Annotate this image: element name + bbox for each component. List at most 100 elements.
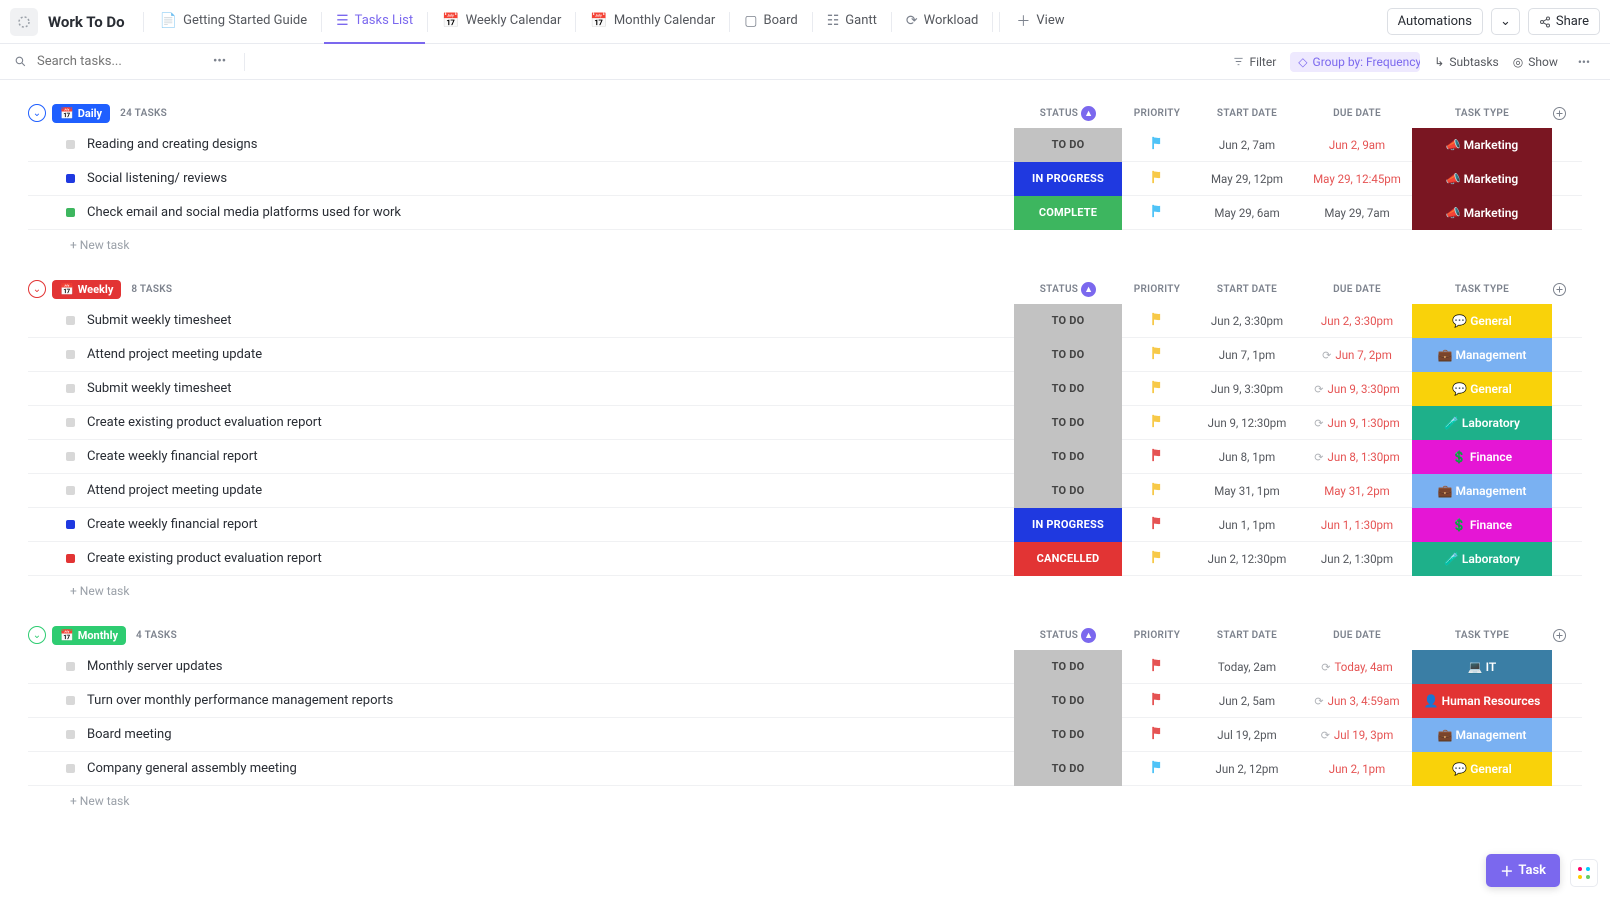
task-row[interactable]: Create weekly financial reportTO DO Jun 8… — [28, 440, 1582, 474]
view-tab-weekly-calendar[interactable]: 📅Weekly Calendar — [430, 0, 573, 44]
group-badge[interactable]: 📅Monthly — [52, 626, 126, 645]
col-priority[interactable]: PRIORITY — [1122, 284, 1192, 295]
col-due-date[interactable]: DUE DATE — [1302, 108, 1412, 119]
status-dot[interactable] — [66, 662, 75, 671]
status-dot[interactable] — [66, 418, 75, 427]
group-badge[interactable]: 📅Daily — [52, 104, 110, 123]
priority-cell[interactable] — [1122, 204, 1192, 222]
due-date-cell[interactable]: Jun 2, 9am — [1302, 138, 1412, 152]
status-dot[interactable] — [66, 764, 75, 773]
task-name[interactable]: Board meeting — [87, 727, 1014, 742]
search-options[interactable]: ••• — [207, 54, 232, 69]
task-type-cell[interactable]: 💲 Finance — [1412, 508, 1552, 542]
task-row[interactable]: Submit weekly timesheetTO DOJun 2, 3:30p… — [28, 304, 1582, 338]
col-start-date[interactable]: START DATE — [1192, 108, 1302, 119]
priority-cell[interactable] — [1122, 136, 1192, 154]
status-cell[interactable]: CANCELLED — [1014, 542, 1122, 576]
status-cell[interactable]: IN PROGRESS — [1014, 162, 1122, 196]
col-start-date[interactable]: START DATE — [1192, 284, 1302, 295]
view-tab-monthly-calendar[interactable]: 📅Monthly Calendar — [578, 0, 727, 44]
status-cell[interactable]: TO DO — [1014, 650, 1122, 684]
task-row[interactable]: Social listening/ reviewsIN PROGRESSMay … — [28, 162, 1582, 196]
col-status[interactable]: STATUS▲ — [1014, 628, 1122, 643]
due-date-cell[interactable]: ⟳Jun 9, 3:30pm — [1302, 382, 1412, 396]
priority-cell[interactable] — [1122, 516, 1192, 534]
group-toggle[interactable]: ⌄ — [28, 280, 46, 298]
due-date-cell[interactable]: May 31, 2pm — [1302, 484, 1412, 498]
task-type-cell[interactable]: 👤 Human Resources — [1412, 684, 1552, 718]
due-date-cell[interactable]: ⟳Jun 9, 1:30pm — [1302, 416, 1412, 430]
due-date-cell[interactable]: May 29, 7am — [1302, 206, 1412, 220]
view-tab-tasks-list[interactable]: ☰Tasks List — [324, 0, 425, 44]
task-type-cell[interactable]: 💬 General — [1412, 304, 1552, 338]
col-task-type[interactable]: TASK TYPE — [1412, 630, 1552, 641]
status-dot[interactable] — [66, 554, 75, 563]
status-dot[interactable] — [66, 316, 75, 325]
start-date-cell[interactable]: Jun 8, 1pm — [1192, 450, 1302, 464]
add-column[interactable] — [1552, 106, 1582, 121]
task-row[interactable]: Monthly server updatesTO DOToday, 2am⟳To… — [28, 650, 1582, 684]
task-name[interactable]: Check email and social media platforms u… — [87, 205, 1014, 220]
status-cell[interactable]: TO DO — [1014, 718, 1122, 752]
automations-button[interactable]: Automations — [1387, 8, 1483, 35]
group-badge[interactable]: 📅Weekly — [52, 280, 121, 299]
status-dot[interactable] — [66, 696, 75, 705]
task-name[interactable]: Monthly server updates — [87, 659, 1014, 674]
col-start-date[interactable]: START DATE — [1192, 630, 1302, 641]
due-date-cell[interactable]: ⟳Jul 19, 3pm — [1302, 728, 1412, 742]
priority-cell[interactable] — [1122, 692, 1192, 710]
task-type-cell[interactable]: 💬 General — [1412, 372, 1552, 406]
group-toggle[interactable]: ⌄ — [28, 626, 46, 644]
col-due-date[interactable]: DUE DATE — [1302, 630, 1412, 641]
priority-cell[interactable] — [1122, 658, 1192, 676]
filter-button[interactable]: Filter — [1233, 55, 1276, 69]
task-row[interactable]: Create existing product evaluation repor… — [28, 542, 1582, 576]
task-type-cell[interactable]: 📣 Marketing — [1412, 162, 1552, 196]
task-type-cell[interactable]: 💻 IT — [1412, 650, 1552, 684]
status-dot[interactable] — [66, 520, 75, 529]
task-row[interactable]: Attend project meeting updateTO DOJun 7,… — [28, 338, 1582, 372]
col-due-date[interactable]: DUE DATE — [1302, 284, 1412, 295]
task-name[interactable]: Create weekly financial report — [87, 449, 1014, 464]
status-cell[interactable]: TO DO — [1014, 752, 1122, 786]
status-cell[interactable]: TO DO — [1014, 372, 1122, 406]
due-date-cell[interactable]: ⟳Jun 8, 1:30pm — [1302, 450, 1412, 464]
view-tab-gantt[interactable]: ☷Gantt — [815, 0, 889, 44]
new-task-link[interactable]: + New task — [28, 576, 1582, 598]
groupby-button[interactable]: ◇ Group by: Frequency — [1290, 52, 1420, 72]
view-tab-getting-started-guide[interactable]: 📄Getting Started Guide — [148, 0, 319, 44]
priority-cell[interactable] — [1122, 482, 1192, 500]
task-type-cell[interactable]: 💼 Management — [1412, 718, 1552, 752]
status-cell[interactable]: TO DO — [1014, 338, 1122, 372]
task-name[interactable]: Submit weekly timesheet — [87, 313, 1014, 328]
task-type-cell[interactable]: 📣 Marketing — [1412, 196, 1552, 230]
status-dot[interactable] — [66, 486, 75, 495]
status-cell[interactable]: IN PROGRESS — [1014, 508, 1122, 542]
new-task-link[interactable]: + New task — [28, 230, 1582, 252]
status-dot[interactable] — [66, 384, 75, 393]
task-type-cell[interactable]: 💬 General — [1412, 752, 1552, 786]
status-cell[interactable]: TO DO — [1014, 406, 1122, 440]
status-cell[interactable]: TO DO — [1014, 128, 1122, 162]
task-row[interactable]: Submit weekly timesheetTO DOJun 9, 3:30p… — [28, 372, 1582, 406]
task-row[interactable]: Turn over monthly performance management… — [28, 684, 1582, 718]
status-cell[interactable]: TO DO — [1014, 684, 1122, 718]
task-row[interactable]: Reading and creating designsTO DOJun 2, … — [28, 128, 1582, 162]
priority-cell[interactable] — [1122, 170, 1192, 188]
task-row[interactable]: Create existing product evaluation repor… — [28, 406, 1582, 440]
status-cell[interactable]: TO DO — [1014, 304, 1122, 338]
task-type-cell[interactable]: 🧪 Laboratory — [1412, 406, 1552, 440]
due-date-cell[interactable]: Jun 1, 1:30pm — [1302, 518, 1412, 532]
list-title[interactable]: Work To Do — [48, 13, 125, 31]
status-dot[interactable] — [66, 174, 75, 183]
task-row[interactable]: Board meetingTO DOJul 19, 2pm⟳Jul 19, 3p… — [28, 718, 1582, 752]
status-cell[interactable]: TO DO — [1014, 474, 1122, 508]
task-row[interactable]: Attend project meeting updateTO DOMay 31… — [28, 474, 1582, 508]
priority-cell[interactable] — [1122, 726, 1192, 744]
task-name[interactable]: Attend project meeting update — [87, 347, 1014, 362]
view-tab-workload[interactable]: ⟳Workload — [894, 0, 990, 44]
group-toggle[interactable]: ⌄ — [28, 104, 46, 122]
col-priority[interactable]: PRIORITY — [1122, 108, 1192, 119]
task-name[interactable]: Submit weekly timesheet — [87, 381, 1014, 396]
status-cell[interactable]: TO DO — [1014, 440, 1122, 474]
